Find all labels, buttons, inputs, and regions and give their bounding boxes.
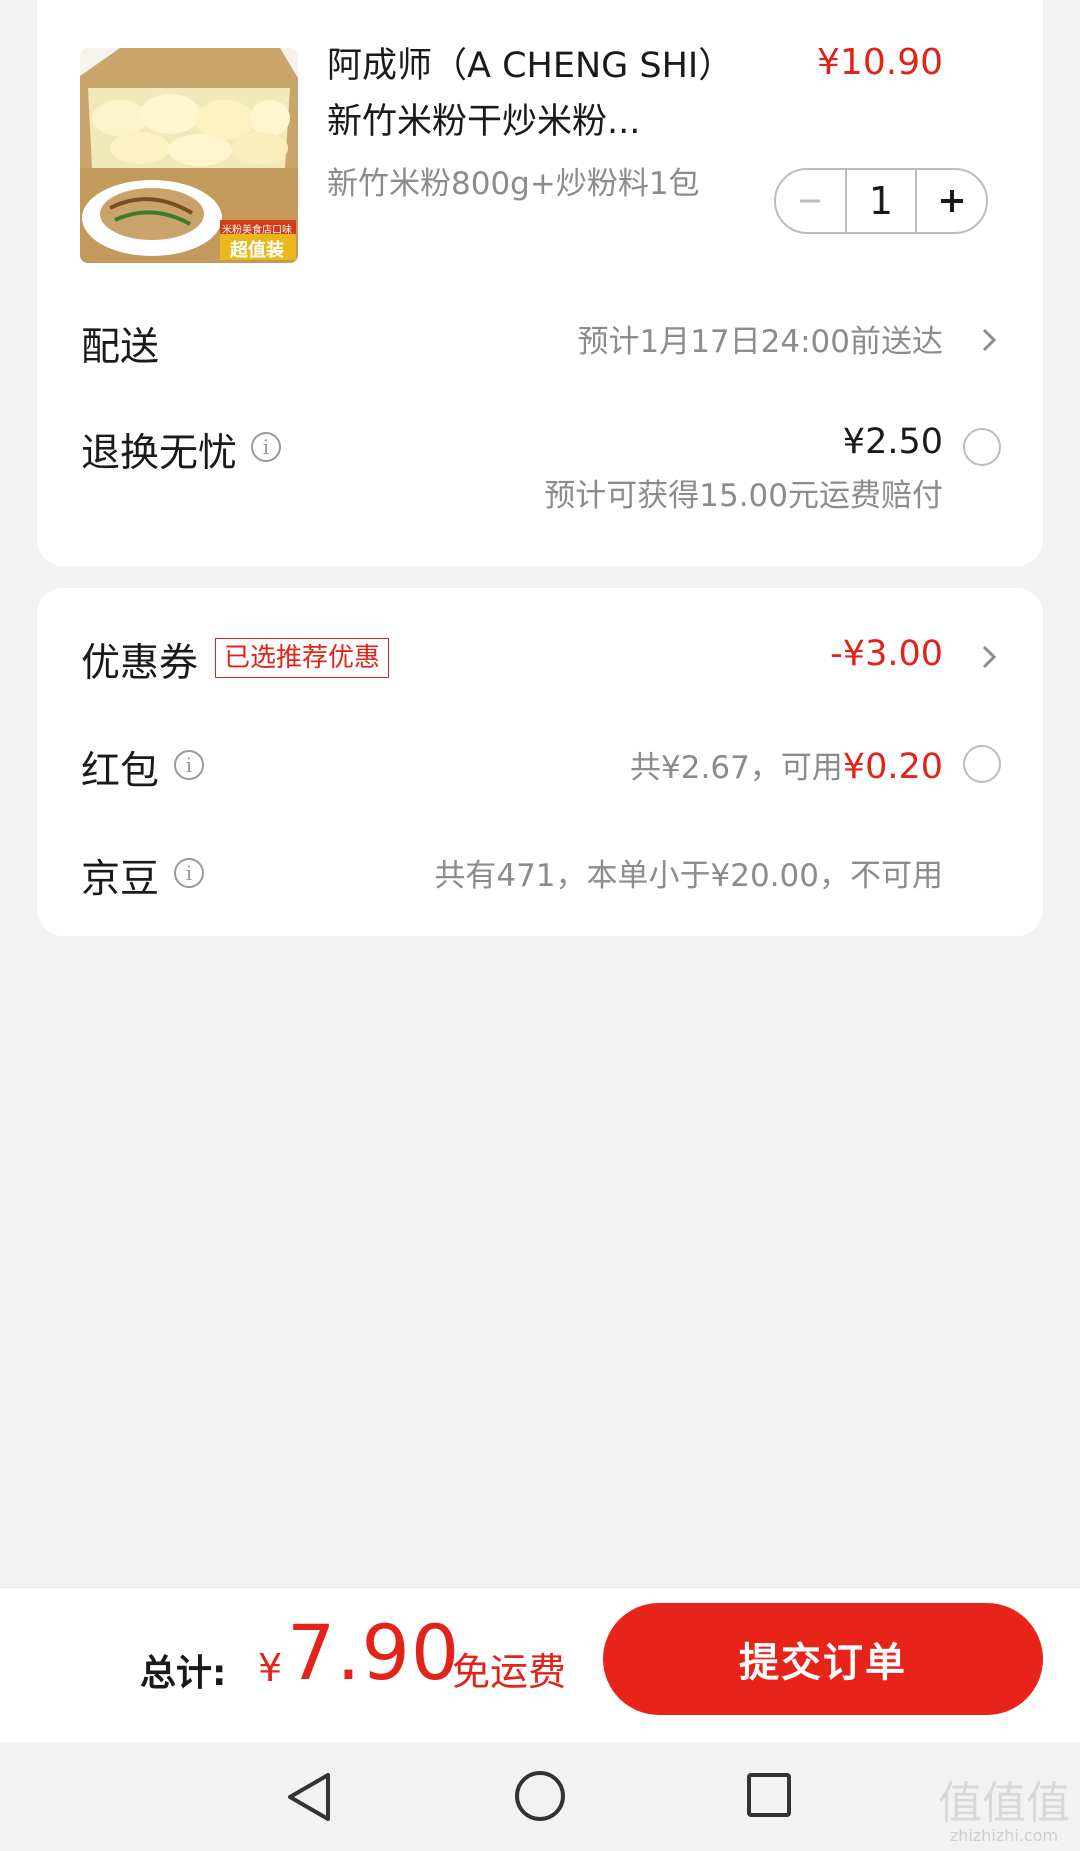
increase-quantity-button[interactable] <box>917 170 986 232</box>
product-title[interactable]: 阿成师（A CHENG SHI） 新竹米粉干炒米粉... <box>327 38 767 150</box>
delivery-chevron[interactable] <box>975 326 1003 358</box>
product-spec[interactable]: 新竹米粉800g+炒粉料1包 <box>327 158 700 203</box>
delivery-label: 配送 <box>81 325 160 370</box>
system-nav-bar: 值值值 zhizhizhi.com <box>0 1742 1080 1851</box>
chevron-right-icon <box>982 328 997 352</box>
red-packet-total: 共¥2.67，可用 <box>630 750 843 786</box>
radio-empty-icon[interactable] <box>963 745 1001 783</box>
jingdou-label: 京豆 <box>81 857 160 902</box>
coupon-value[interactable]: -¥3.00 <box>830 634 943 674</box>
watermark: 值值值 zhizhizhi.com <box>938 1782 1070 1846</box>
nav-home-icon <box>515 1771 565 1821</box>
jingdou-value: 共有471，本单小于¥20.00，不可用 <box>434 858 943 894</box>
checkout-bar: 总计: ¥ 7.90 免运费 提交订单 <box>0 1587 1080 1743</box>
total-currency: ¥ <box>258 1646 283 1690</box>
coupon-label: 优惠券 <box>81 641 199 686</box>
total-label: 总计: <box>140 1653 227 1694</box>
nav-home-button[interactable] <box>514 1770 566 1826</box>
return-service-note: 预计可获得15.00元运费赔付 <box>544 478 943 514</box>
nav-recent-icon <box>747 1773 791 1817</box>
coupon-badge: 已选推荐优惠 <box>215 638 390 678</box>
total-amount: 7.90 <box>287 1608 461 1697</box>
watermark-sub: zhizhizhi.com <box>949 1826 1059 1845</box>
red-packet-usable: ¥0.20 <box>842 747 943 787</box>
discount-card: 优惠券 已选推荐优惠 -¥3.00 红包 i 共¥2.67，可用¥0.20 京豆… <box>37 588 1043 936</box>
watermark-main: 值值值 <box>938 1778 1070 1829</box>
quantity-value[interactable]: 1 <box>844 170 918 232</box>
info-icon[interactable]: i <box>174 858 204 888</box>
info-icon[interactable]: i <box>174 750 204 780</box>
delivery-estimate[interactable]: 预计1月17日24:00前送达 <box>577 316 943 361</box>
nav-recent-button[interactable] <box>746 1772 792 1822</box>
return-service-price: ¥2.50 <box>842 422 943 462</box>
return-service-label: 退换无忧 <box>81 431 238 476</box>
coupon-chevron[interactable] <box>975 643 1003 675</box>
red-packet-value: 共¥2.67，可用¥0.20 <box>630 742 943 787</box>
decrease-quantity-button[interactable] <box>776 170 845 232</box>
product-price: ¥10.90 <box>817 42 943 83</box>
chevron-right-icon <box>982 645 997 669</box>
submit-order-button[interactable]: 提交订单 <box>603 1603 1043 1715</box>
product-card: 米粉美食店口味 超值装 阿成师（A CHENG SHI） 新竹米粉干炒米粉...… <box>37 0 1043 566</box>
product-image-tag: 超值装 <box>230 240 284 261</box>
minus-icon <box>800 199 821 203</box>
product-image-badge: 米粉美食店口味 <box>222 225 292 236</box>
radio-empty-icon[interactable] <box>963 428 1001 466</box>
plus-icon <box>940 190 963 212</box>
red-packet-label: 红包 <box>81 749 160 794</box>
nav-back-icon <box>288 1773 330 1821</box>
nav-back-button[interactable] <box>284 1770 334 1828</box>
free-shipping-label: 免运费 <box>452 1650 567 1694</box>
info-icon[interactable]: i <box>251 432 281 462</box>
quantity-stepper[interactable]: 1 <box>774 168 988 234</box>
product-image[interactable]: 米粉美食店口味 超值装 <box>80 48 298 263</box>
